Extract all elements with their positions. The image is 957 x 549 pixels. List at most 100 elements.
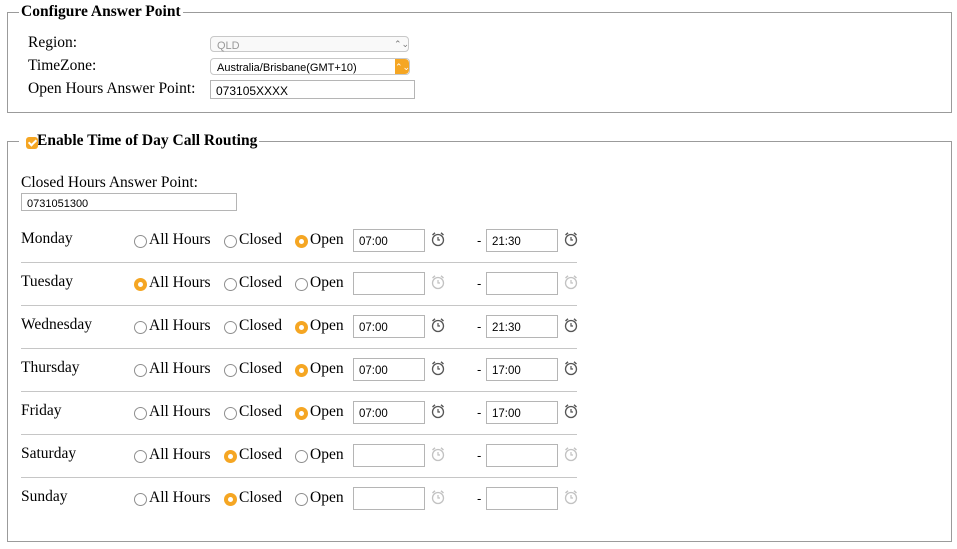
radio-closed-saturday[interactable]	[224, 450, 237, 463]
start-time-input-tuesday[interactable]	[353, 272, 425, 295]
day-name: Sunday	[21, 488, 68, 505]
enable-routing-checkbox[interactable]	[26, 137, 38, 149]
radio-all-hours-saturday[interactable]	[134, 450, 147, 463]
radio-closed-wednesday[interactable]	[224, 321, 237, 334]
row-divider	[21, 477, 577, 478]
region-value: QLD	[217, 40, 240, 52]
chevron-up-down-icon: ⌃⌄	[395, 59, 410, 74]
radio-open-thursday[interactable]	[295, 364, 308, 377]
day-name: Monday	[21, 230, 73, 247]
time-range-dash: -	[477, 448, 482, 463]
time-of-day-routing-legend-wrap: Enable Time of Day Call Routing	[19, 132, 259, 150]
radio-all-hours-wednesday[interactable]	[134, 321, 147, 334]
end-time-input-saturday[interactable]	[486, 444, 558, 467]
row-divider	[21, 305, 577, 306]
end-time-input-monday[interactable]	[486, 229, 558, 252]
start-time-input-saturday[interactable]	[353, 444, 425, 467]
time-range-dash: -	[477, 319, 482, 334]
radio-label-all-hours: All Hours	[149, 274, 211, 291]
radio-open-wednesday[interactable]	[295, 321, 308, 334]
end-time-input-sunday[interactable]	[486, 487, 558, 510]
alarm-clock-icon[interactable]	[563, 231, 579, 247]
alarm-clock-icon[interactable]	[430, 489, 446, 505]
day-name: Saturday	[21, 445, 77, 462]
row-divider	[21, 348, 577, 349]
alarm-clock-icon[interactable]	[563, 403, 579, 419]
end-time-input-thursday[interactable]	[486, 358, 558, 381]
radio-label-open: Open	[310, 317, 344, 334]
time-range-dash: -	[477, 362, 482, 377]
radio-label-closed: Closed	[239, 446, 283, 463]
radio-all-hours-friday[interactable]	[134, 407, 147, 420]
alarm-clock-icon[interactable]	[430, 317, 446, 333]
row-divider	[21, 391, 577, 392]
closed-hours-answer-point-label: Closed Hours Answer Point:	[21, 174, 198, 191]
region-select[interactable]: QLD ⌃⌄	[210, 36, 409, 52]
row-divider	[21, 434, 577, 435]
end-time-input-friday[interactable]	[486, 401, 558, 424]
timezone-label: TimeZone:	[28, 57, 97, 74]
start-time-input-wednesday[interactable]	[353, 315, 425, 338]
alarm-clock-icon[interactable]	[563, 274, 579, 290]
radio-open-saturday[interactable]	[295, 450, 308, 463]
start-time-input-friday[interactable]	[353, 401, 425, 424]
radio-closed-tuesday[interactable]	[224, 278, 237, 291]
radio-label-all-hours: All Hours	[149, 489, 211, 506]
radio-label-open: Open	[310, 446, 344, 463]
open-hours-answer-point-label: Open Hours Answer Point:	[28, 80, 196, 97]
radio-open-monday[interactable]	[295, 235, 308, 248]
alarm-clock-icon[interactable]	[563, 360, 579, 376]
radio-label-all-hours: All Hours	[149, 403, 211, 420]
timezone-value: Australia/Brisbane(GMT+10)	[217, 62, 357, 74]
time-range-dash: -	[477, 233, 482, 248]
radio-all-hours-tuesday[interactable]	[134, 278, 147, 291]
radio-label-all-hours: All Hours	[149, 317, 211, 334]
radio-label-closed: Closed	[239, 317, 283, 334]
alarm-clock-icon[interactable]	[563, 489, 579, 505]
radio-label-open: Open	[310, 274, 344, 291]
radio-label-open: Open	[310, 403, 344, 420]
time-range-dash: -	[477, 491, 482, 506]
radio-label-closed: Closed	[239, 231, 283, 248]
radio-closed-sunday[interactable]	[224, 493, 237, 506]
radio-closed-monday[interactable]	[224, 235, 237, 248]
radio-label-open: Open	[310, 489, 344, 506]
day-name: Thursday	[21, 359, 80, 376]
radio-label-all-hours: All Hours	[149, 446, 211, 463]
radio-open-sunday[interactable]	[295, 493, 308, 506]
region-label: Region:	[28, 34, 78, 51]
radio-label-closed: Closed	[239, 403, 283, 420]
timezone-select[interactable]: Australia/Brisbane(GMT+10) ⌃⌄	[210, 58, 410, 75]
alarm-clock-icon[interactable]	[430, 403, 446, 419]
radio-open-friday[interactable]	[295, 407, 308, 420]
alarm-clock-icon[interactable]	[430, 446, 446, 462]
radio-all-hours-thursday[interactable]	[134, 364, 147, 377]
radio-closed-thursday[interactable]	[224, 364, 237, 377]
chevron-up-down-icon: ⌃⌄	[394, 39, 410, 49]
radio-all-hours-sunday[interactable]	[134, 493, 147, 506]
radio-all-hours-monday[interactable]	[134, 235, 147, 248]
alarm-clock-icon[interactable]	[430, 360, 446, 376]
alarm-clock-icon[interactable]	[430, 231, 446, 247]
radio-closed-friday[interactable]	[224, 407, 237, 420]
alarm-clock-icon[interactable]	[563, 446, 579, 462]
start-time-input-sunday[interactable]	[353, 487, 425, 510]
end-time-input-wednesday[interactable]	[486, 315, 558, 338]
radio-open-tuesday[interactable]	[295, 278, 308, 291]
end-time-input-tuesday[interactable]	[486, 272, 558, 295]
radio-label-all-hours: All Hours	[149, 231, 211, 248]
radio-label-all-hours: All Hours	[149, 360, 211, 377]
radio-label-open: Open	[310, 231, 344, 248]
row-divider	[21, 262, 577, 263]
start-time-input-monday[interactable]	[353, 229, 425, 252]
alarm-clock-icon[interactable]	[430, 274, 446, 290]
configure-answer-point-legend: Configure Answer Point	[21, 3, 181, 20]
closed-hours-answer-point-input[interactable]	[21, 193, 237, 211]
time-range-dash: -	[477, 405, 482, 420]
day-name: Friday	[21, 402, 62, 419]
radio-label-closed: Closed	[239, 360, 283, 377]
start-time-input-thursday[interactable]	[353, 358, 425, 381]
open-hours-answer-point-input[interactable]	[210, 80, 415, 99]
day-name: Wednesday	[21, 316, 93, 333]
alarm-clock-icon[interactable]	[563, 317, 579, 333]
